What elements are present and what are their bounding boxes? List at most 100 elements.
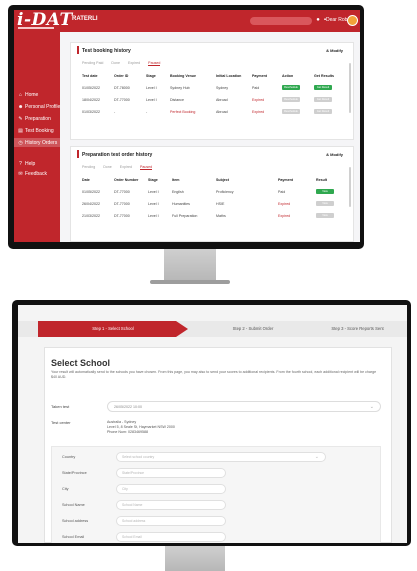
test-center-address: Australia - Sydney Level 5, 8 Seale St, …	[107, 420, 175, 435]
modify-button[interactable]: & Modify	[326, 48, 343, 53]
select-school-screen: Step 1 - Select School Step 2 - Submit O…	[18, 305, 407, 543]
taken-test-label: Taken test	[51, 404, 70, 409]
cell-item: Engilsh	[172, 190, 184, 194]
panel-title: Test booking history	[82, 48, 131, 54]
table-row[interactable]: 01/05/2022 DT-78000 Level I Sydney Hub S…	[82, 85, 344, 92]
tab-pending[interactable]: Pending	[82, 165, 95, 170]
step-submit-order[interactable]: Step 2 - Submit Order	[198, 321, 308, 337]
search-input[interactable]	[250, 17, 312, 25]
sidebar-item-home[interactable]: ⌂ Home	[18, 92, 38, 98]
cell-date: 01/05/2022	[82, 190, 100, 194]
step-score-reports-sent[interactable]: Step 3 - Score Reports Sent	[308, 321, 407, 337]
preparation-tabs: Pending Done Expired Paused	[82, 165, 153, 170]
avatar[interactable]	[347, 15, 358, 26]
scrollbar[interactable]	[349, 63, 351, 113]
sidebar-item-feedback[interactable]: ✉ Feedback	[18, 171, 47, 177]
school-name-field[interactable]: School Name	[116, 500, 226, 510]
cell-stage: -	[146, 110, 148, 114]
sidebar-item-help[interactable]: ? Help	[18, 161, 35, 167]
country-select[interactable]: Select school country ⌄	[116, 452, 326, 462]
cell-payment: Expired	[252, 98, 265, 102]
get-result-button[interactable]: Get Result	[314, 109, 332, 114]
top-bar: i-DAT RATERLI ● ▪ Dear Robert	[14, 10, 360, 32]
page-description: Your result will automatically send to t…	[51, 370, 377, 379]
tab-expired[interactable]: Expired	[120, 165, 132, 170]
state-label: State/Province	[62, 471, 87, 475]
sidebar-item-label: History Orders	[25, 139, 58, 146]
sidebar-item-label: Help	[25, 161, 36, 167]
view-result-button[interactable]: View	[316, 189, 334, 194]
tab-done[interactable]: Done	[111, 61, 120, 66]
preparation-history-panel: Preparation test order history & Modify …	[70, 146, 354, 242]
cell-subject: HSIE	[216, 202, 225, 206]
tab-paused[interactable]: Paused	[139, 165, 153, 170]
cell-stage: Level I	[146, 98, 157, 102]
logo-underline	[18, 27, 54, 29]
cell-item: Humanities	[172, 202, 190, 206]
state-field[interactable]: State/Province	[116, 468, 226, 478]
reschedule-button[interactable]: Reschedule	[282, 97, 300, 102]
tab-expired[interactable]: Expired	[128, 61, 140, 66]
tab-pending-paid[interactable]: Pending Paid	[82, 61, 103, 66]
column-header: Item	[172, 178, 180, 182]
tab-done[interactable]: Done	[103, 165, 112, 170]
modify-button[interactable]: & Modify	[326, 152, 343, 157]
sidebar-item-profile[interactable]: ☻ Personal Profile	[18, 104, 60, 110]
tab-paused[interactable]: Paused	[148, 61, 161, 66]
sidebar-item-preparation[interactable]: ✎ Preparation	[18, 116, 51, 122]
table-header-row: Test date Order ID Stage Booking Venue I…	[82, 73, 344, 80]
view-result-button[interactable]: View	[316, 201, 334, 206]
wizard-steps: Step 1 - Select School Step 2 - Submit O…	[18, 321, 407, 337]
column-header: Get Results	[314, 74, 334, 78]
cell-location: Sydney	[216, 86, 228, 90]
view-result-button[interactable]: View	[316, 213, 334, 218]
table-row[interactable]: 18/04/2022 DT-77000 Level I Distance Abr…	[82, 97, 344, 104]
monitor-1-stand	[164, 249, 216, 281]
reschedule-button[interactable]: Reschedule	[282, 85, 300, 90]
column-header: Stage	[146, 74, 156, 78]
panel-accent-bar	[77, 46, 79, 54]
country-placeholder: Select school country	[122, 455, 155, 459]
booking-history-panel: Test booking history & Modify Pending Pa…	[70, 42, 354, 140]
scrollbar[interactable]	[349, 167, 351, 207]
get-result-button[interactable]: Get Result	[314, 97, 332, 102]
table-row[interactable]: 01/05/2022 DT-77000 Level I Engilsh Prof…	[82, 189, 344, 196]
school-address-field[interactable]: School address	[116, 516, 226, 526]
school-email-field[interactable]: School Email	[116, 532, 226, 542]
dashboard-screen: i-DAT RATERLI ● ▪ Dear Robert ⌂ Home ☻ P…	[14, 10, 360, 242]
column-header: Result	[316, 178, 327, 182]
taken-test-value: 26/05/2022 10:00	[114, 405, 142, 409]
select-school-card: Select School Your result will automatic…	[44, 347, 392, 543]
column-header: Order ID	[114, 74, 129, 78]
table-row[interactable]: 01/03/2022 - - Perfect Booking Abroad Ex…	[82, 109, 344, 116]
cell-date: 18/04/2022	[82, 98, 100, 102]
cell-date: 01/03/2022	[82, 110, 100, 114]
cell-venue: Perfect Booking	[170, 110, 196, 114]
cell-venue: Distance	[170, 98, 184, 102]
school-address-label: School address	[62, 519, 89, 523]
cell-date: 01/05/2022	[82, 86, 100, 90]
city-field[interactable]: City	[116, 484, 226, 494]
cell-order: DT-77000	[114, 202, 130, 206]
table-row[interactable]: 26/04/2022 DT-77000 Level I Humanities H…	[82, 201, 344, 208]
help-icon: ?	[19, 161, 22, 167]
city-label: City	[62, 487, 69, 491]
sidebar-item-label: Preparation	[25, 116, 51, 122]
cell-order: DT-77000	[114, 190, 130, 194]
school-name-label: School Name	[62, 503, 85, 507]
get-result-button[interactable]: Get Result	[314, 85, 332, 90]
cell-payment: Expired	[278, 202, 291, 206]
reschedule-button[interactable]: Reschedule	[282, 109, 300, 114]
cell-location: Abroad	[216, 110, 228, 114]
table-row[interactable]: 21/03/2022 DT-77000 Level I Full Prepara…	[82, 213, 344, 220]
chevron-down-icon: ⌄	[369, 404, 374, 410]
column-header: Date	[82, 178, 90, 182]
taken-test-select[interactable]: 26/05/2022 10:00 ⌄	[107, 401, 381, 412]
sidebar-item-history-orders[interactable]: ◷ History Orders	[14, 138, 60, 147]
sidebar-item-test-booking[interactable]: ▤ Test Booking	[18, 128, 54, 134]
school-name-placeholder: School Name	[122, 503, 143, 507]
city-placeholder: City	[122, 487, 128, 491]
cell-stage: Level I	[148, 202, 159, 206]
step-select-school[interactable]: Step 1 - Select School	[38, 321, 188, 337]
cell-payment: Paid	[278, 190, 286, 194]
